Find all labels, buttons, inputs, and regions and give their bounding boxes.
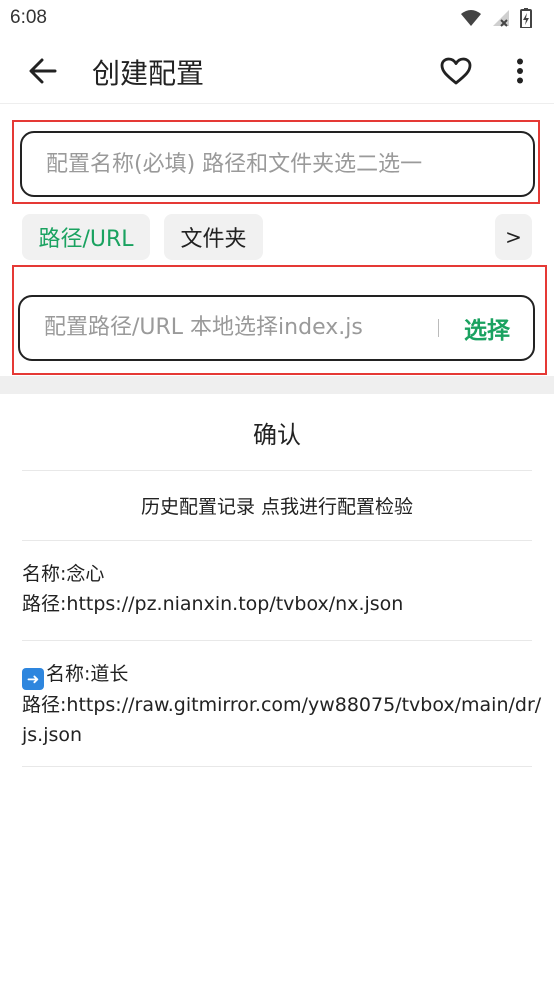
- back-button[interactable]: [24, 53, 62, 89]
- divider: [22, 766, 532, 767]
- divider: [22, 640, 532, 641]
- select-file-button[interactable]: 选择: [464, 311, 510, 345]
- status-time: 6:08: [10, 7, 47, 28]
- status-icons: [460, 8, 532, 28]
- config-path-input[interactable]: [44, 297, 434, 358]
- history-record-item[interactable]: ➜ 名称:道长 路径:https://raw.gitmirror.com/yw88…: [22, 659, 542, 750]
- confirm-button[interactable]: 确认: [0, 402, 554, 462]
- record-name: 名称:道长: [46, 663, 129, 685]
- record-name: 名称:念心: [22, 563, 105, 585]
- tab-path-url[interactable]: 路径/URL: [22, 214, 150, 260]
- field-divider: [438, 319, 439, 337]
- record-path: 路径:https://pz.nianxin.top/tvbox/nx.json: [22, 593, 404, 615]
- record-path: 路径:https://raw.gitmirror.com/yw88075/tvb…: [22, 694, 542, 746]
- wifi-icon: [461, 10, 481, 26]
- arrow-left-icon: [29, 58, 57, 84]
- battery-icon: [520, 8, 532, 28]
- divider: [22, 470, 532, 471]
- next-button[interactable]: >: [495, 214, 532, 260]
- history-record-item[interactable]: 名称:念心 路径:https://pz.nianxin.top/tvbox/nx…: [22, 559, 542, 619]
- signal-icon: [493, 10, 509, 27]
- favorite-button[interactable]: [436, 53, 476, 89]
- divider: [22, 540, 532, 541]
- config-name-input[interactable]: [20, 131, 535, 197]
- section-separator: [0, 376, 554, 394]
- history-config-button[interactable]: 历史配置记录 点我进行配置检验: [0, 478, 554, 532]
- page-title: 创建配置: [92, 57, 205, 90]
- config-path-field: 选择: [18, 295, 535, 361]
- status-bar: 6:08: [0, 0, 554, 38]
- more-vertical-icon: [517, 58, 523, 84]
- heart-outline-icon: [440, 57, 472, 85]
- app-bar: 创建配置: [0, 38, 554, 104]
- arrow-right-icon: ➜: [22, 668, 44, 690]
- tab-folder[interactable]: 文件夹: [164, 214, 263, 260]
- more-options-button[interactable]: [502, 53, 538, 89]
